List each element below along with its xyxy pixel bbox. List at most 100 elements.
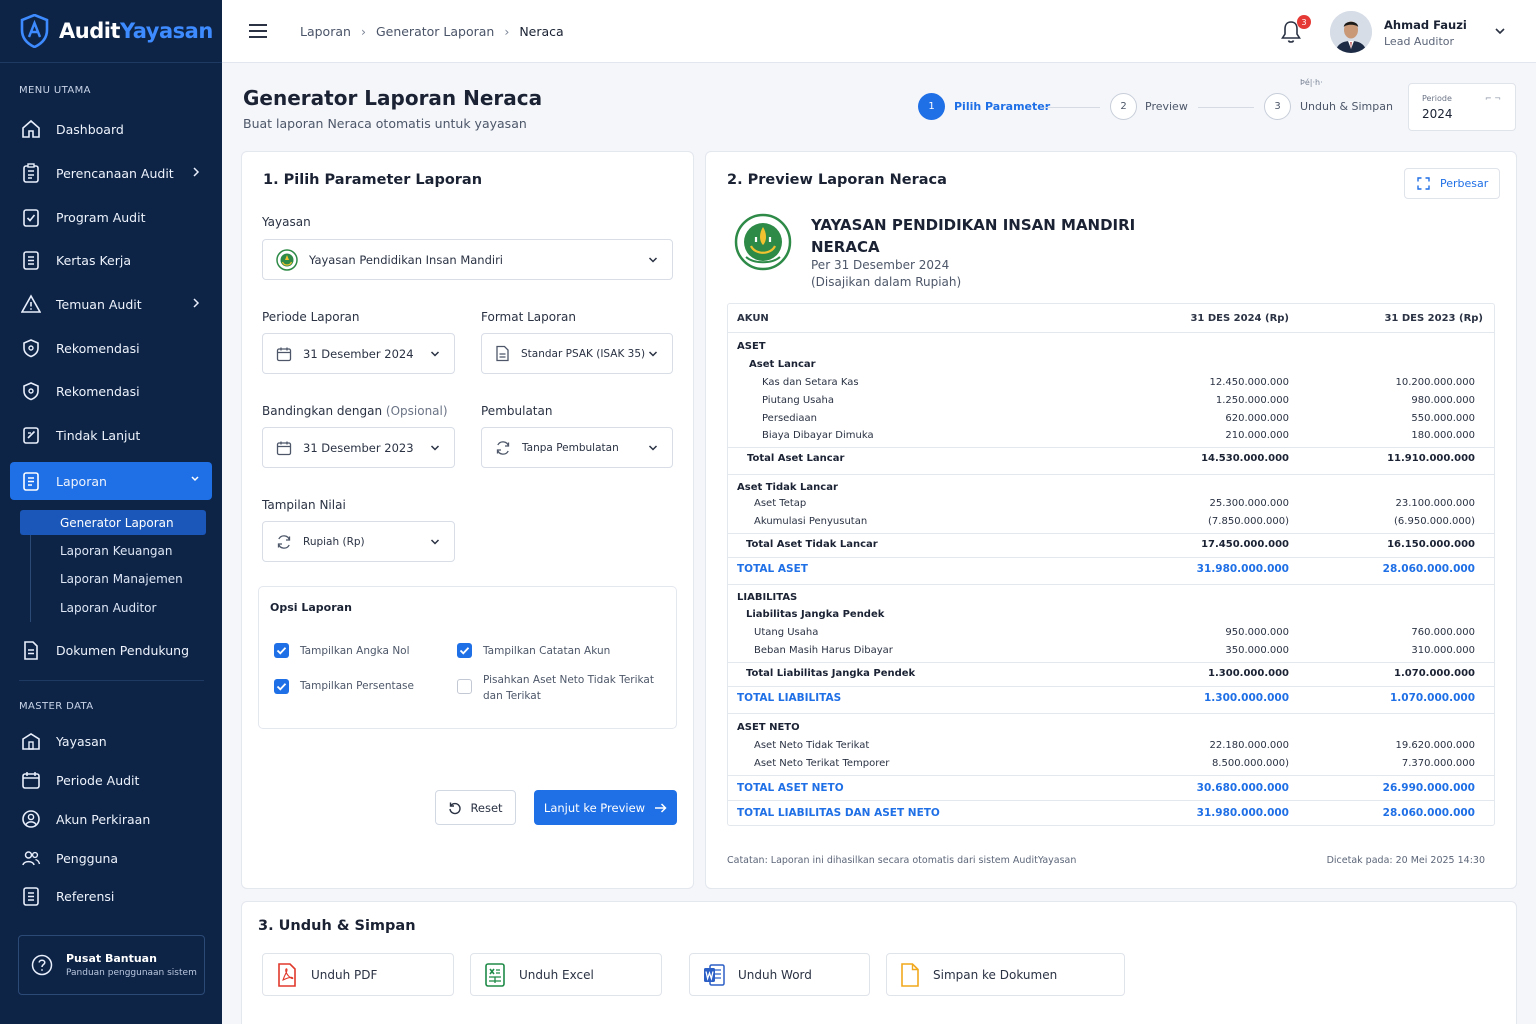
periode-select[interactable]: 31 Desember 2024 xyxy=(262,333,455,374)
submenu-laporan-keuangan[interactable]: Laporan Keuangan xyxy=(20,538,206,563)
sidebar-item-dokumen-pendukung[interactable]: Dokumen Pendukung xyxy=(10,631,212,669)
checkbox-catatan-akun[interactable] xyxy=(457,643,472,658)
sidebar-item-label: Temuan Audit xyxy=(56,296,142,312)
row-value-2024: 350.000.000 xyxy=(1225,645,1289,656)
checkbox-angka-nol[interactable] xyxy=(274,643,289,658)
breadcrumb-laporan[interactable]: Laporan xyxy=(300,24,351,39)
download-excel-button[interactable]: Unduh Excel xyxy=(470,953,662,996)
hamburger-menu-icon[interactable] xyxy=(248,22,268,40)
sidebar-item-rekomendasi[interactable]: Rekomendasi xyxy=(10,329,212,367)
step-1-circle[interactable]: 1 xyxy=(918,93,945,120)
sidebar-item-periode-audit[interactable]: Periode Audit xyxy=(10,761,212,799)
row-name: LIABILITAS xyxy=(737,592,798,603)
submenu-laporan-auditor[interactable]: Laporan Auditor xyxy=(20,595,206,620)
row-value-2024: 1.300.000.000 xyxy=(1203,692,1289,704)
org-name: YAYASAN PENDIDIKAN INSAN MANDIRI xyxy=(811,216,1136,234)
row-name: Persediaan xyxy=(762,413,818,424)
help-center-button[interactable]: Pusat Bantuan Panduan penggunaan sistem xyxy=(18,935,205,995)
page-subtitle: Buat laporan Neraca otomatis untuk yayas… xyxy=(243,116,527,131)
row-value-2024: 950.000.000 xyxy=(1225,627,1289,638)
row-value-2024: 30.680.000.000 xyxy=(1196,782,1289,794)
row-value-2024: 31.980.000.000 xyxy=(1196,807,1289,819)
sidebar-item-perencanaan-audit[interactable]: Perencanaan Audit xyxy=(10,154,212,192)
period-label: Periode xyxy=(1422,94,1452,103)
row-value-2024: 31.980.000.000 xyxy=(1196,563,1289,575)
chevron-down-icon xyxy=(648,444,658,452)
tampilan-select[interactable]: Rupiah (Rp) xyxy=(262,521,455,562)
breadcrumb-generator[interactable]: Generator Laporan xyxy=(376,24,494,39)
step-1-label[interactable]: Pilih Parameter xyxy=(954,100,1050,113)
download-pdf-button[interactable]: Unduh PDF xyxy=(262,953,454,996)
chevron-down-icon xyxy=(430,538,440,546)
sidebar-item-yayasan[interactable]: Yayasan xyxy=(10,722,212,760)
reset-button[interactable]: Reset xyxy=(435,790,516,825)
brand-audit: Audit xyxy=(59,19,120,43)
sidebar-item-rekomendasi-2[interactable]: Rekomendasi xyxy=(10,372,212,410)
save-label: Simpan ke Dokumen xyxy=(933,967,1058,982)
chevron-down-icon[interactable] xyxy=(1494,27,1506,35)
period-selector[interactable]: Periode 2024 ⌐ ¬ xyxy=(1408,83,1516,131)
expand-button[interactable]: Perbesar xyxy=(1404,168,1500,199)
submenu-laporan-manajemen[interactable]: Laporan Manajemen xyxy=(20,566,206,591)
pembulatan-label: Pembulatan xyxy=(481,404,553,418)
shield-icon xyxy=(20,380,42,402)
table-row: Beban Masih Harus Dibayar 350.000.000 310.… xyxy=(728,642,1494,660)
table-row-grand-total: TOTAL LIABILITAS DAN ASET NETO 31.980.000… xyxy=(728,800,1494,824)
document-icon xyxy=(20,249,42,271)
download-word-button[interactable]: Unduh Word xyxy=(689,953,870,996)
sidebar-item-referensi[interactable]: Referensi xyxy=(10,877,212,915)
edit-icon xyxy=(20,424,42,446)
calendar-icon xyxy=(276,440,292,456)
chevron-down-icon xyxy=(430,350,440,358)
step-3-circle[interactable]: 3 xyxy=(1264,93,1291,120)
page-title: Generator Laporan Neraca xyxy=(243,86,543,110)
banding-select[interactable]: 31 Desember 2023 xyxy=(262,427,455,468)
sidebar-item-temuan-audit[interactable]: Temuan Audit xyxy=(10,285,212,323)
user-circle-icon xyxy=(20,808,42,830)
clipboard-icon xyxy=(20,162,42,184)
sidebar-item-tindak-lanjut[interactable]: Tindak Lanjut xyxy=(10,416,212,454)
submenu-generator-laporan[interactable]: Generator Laporan xyxy=(20,510,206,535)
next-to-preview-button[interactable]: Lanjut ke Preview xyxy=(534,790,677,825)
step-2-circle[interactable]: 2 xyxy=(1110,93,1137,120)
row-name: TOTAL ASET xyxy=(737,563,808,575)
sidebar-item-kertas-kerja[interactable]: Kertas Kerja xyxy=(10,241,212,279)
row-name: Beban Masih Harus Dibayar xyxy=(754,645,893,656)
building-icon xyxy=(20,730,42,752)
sidebar-item-pengguna[interactable]: Pengguna xyxy=(10,839,212,877)
step-2-label[interactable]: Preview xyxy=(1145,100,1188,113)
brand[interactable]: AuditYayasan xyxy=(0,0,222,63)
step-3-label[interactable]: Unduh & Simpan xyxy=(1300,100,1393,113)
row-value-2023: 28.060.000.000 xyxy=(1382,563,1475,575)
sidebar-item-program-audit[interactable]: Program Audit xyxy=(10,198,212,236)
report-sub: Per 31 Desember 2024 (Disajikan dalam Ru… xyxy=(811,257,961,291)
checkbox-persentase[interactable] xyxy=(274,679,289,694)
avatar[interactable] xyxy=(1330,11,1372,53)
table-header: AKUN 31 DES 2024 (Rp) 31 DES 2023 (Rp) xyxy=(728,310,1494,328)
document-icon xyxy=(495,345,510,362)
sidebar-item-akun-perkiraan[interactable]: Akun Perkiraan xyxy=(10,800,212,838)
sidebar-item-label: Rekomendasi xyxy=(56,383,140,399)
format-select[interactable]: Standar PSAK (ISAK 35) xyxy=(481,333,673,374)
pembulatan-select[interactable]: Tanpa Pembulatan xyxy=(481,427,673,468)
report-options: Opsi Laporan Tampilkan Angka Nol Tampilk… xyxy=(258,586,677,729)
row-value-2023: 180.000.000 xyxy=(1411,430,1475,441)
yayasan-select[interactable]: Yayasan Pendidikan Insan Mandiri xyxy=(262,239,673,280)
format-value: Standar PSAK (ISAK 35) xyxy=(521,347,646,360)
save-to-documents-button[interactable]: Simpan ke Dokumen xyxy=(886,953,1125,996)
option-label-line-2: dan Terikat xyxy=(483,690,541,702)
sidebar-item-laporan[interactable]: Laporan xyxy=(10,462,212,500)
banding-label-text: Bandingkan dengan xyxy=(262,404,383,418)
word-icon xyxy=(703,963,725,987)
table-row: Aset Neto Terikat Temporer 8.500.000.000)… xyxy=(728,755,1494,773)
sidebar-item-dashboard[interactable]: Dashboard xyxy=(10,110,212,148)
help-subtitle: Panduan penggunaan sistem xyxy=(66,968,197,978)
row-value-2024: 22.180.000.000 xyxy=(1209,740,1289,751)
table-row: Persediaan 620.000.000 550.000.000 xyxy=(728,410,1494,428)
row-value-2024: 620.000.000 xyxy=(1225,413,1289,424)
help-title: Pusat Bantuan xyxy=(66,952,157,965)
next-label: Lanjut ke Preview xyxy=(543,800,646,815)
row-value-2023: 10.200.000.000 xyxy=(1395,377,1475,388)
download-title: 3. Unduh & Simpan xyxy=(258,918,416,934)
checkbox-pisahkan-aset-neto[interactable] xyxy=(457,679,472,694)
